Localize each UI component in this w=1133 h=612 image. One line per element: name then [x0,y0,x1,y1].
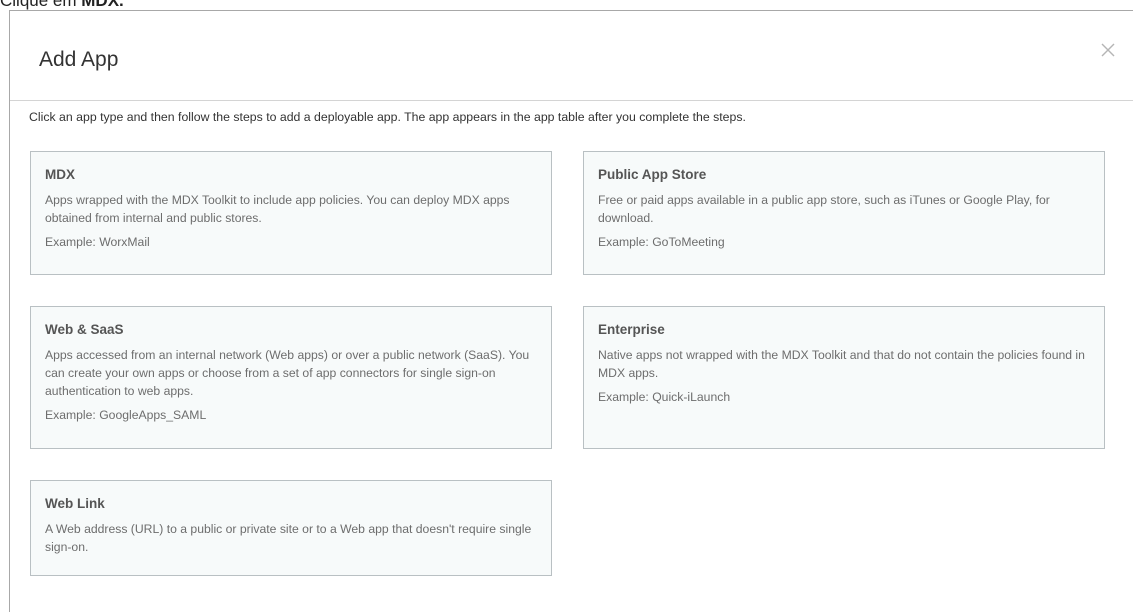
close-button[interactable] [1099,41,1117,59]
app-type-card-public-app-store[interactable]: Public App Store Free or paid apps avail… [583,151,1105,275]
app-type-card-web-saas[interactable]: Web & SaaS Apps accessed from an interna… [30,306,552,449]
caption-bold-text: MDX. [81,0,124,10]
dialog-instructions: Click an app type and then follow the st… [29,110,746,124]
card-example: Example: GoToMeeting [598,235,725,249]
card-title: Enterprise [598,322,665,337]
card-title: Web Link [45,496,105,511]
dialog-title: Add App [39,48,119,71]
app-type-card-mdx[interactable]: MDX Apps wrapped with the MDX Toolkit to… [30,151,552,275]
app-type-card-enterprise[interactable]: Enterprise Native apps not wrapped with … [583,306,1105,449]
caption-text: Clique em [0,0,82,10]
card-example: Example: GoogleApps_SAML [45,408,207,422]
card-description: Free or paid apps available in a public … [598,193,1050,225]
app-type-card-web-link[interactable]: Web Link A Web address (URL) to a public… [30,480,552,576]
card-title: Public App Store [598,167,707,182]
card-description: Native apps not wrapped with the MDX Too… [598,348,1085,380]
card-description: A Web address (URL) to a public or priva… [45,522,532,554]
card-description: Apps wrapped with the MDX Toolkit to inc… [45,193,510,225]
card-example: Example: WorxMail [45,235,150,249]
card-title: Web & SaaS [45,322,124,337]
dialog-header: Add App [10,11,1133,101]
card-title: MDX [45,167,75,182]
card-description: Apps accessed from an internal network (… [45,348,530,398]
close-icon [1101,43,1115,57]
card-example: Example: Quick-iLaunch [598,390,731,404]
